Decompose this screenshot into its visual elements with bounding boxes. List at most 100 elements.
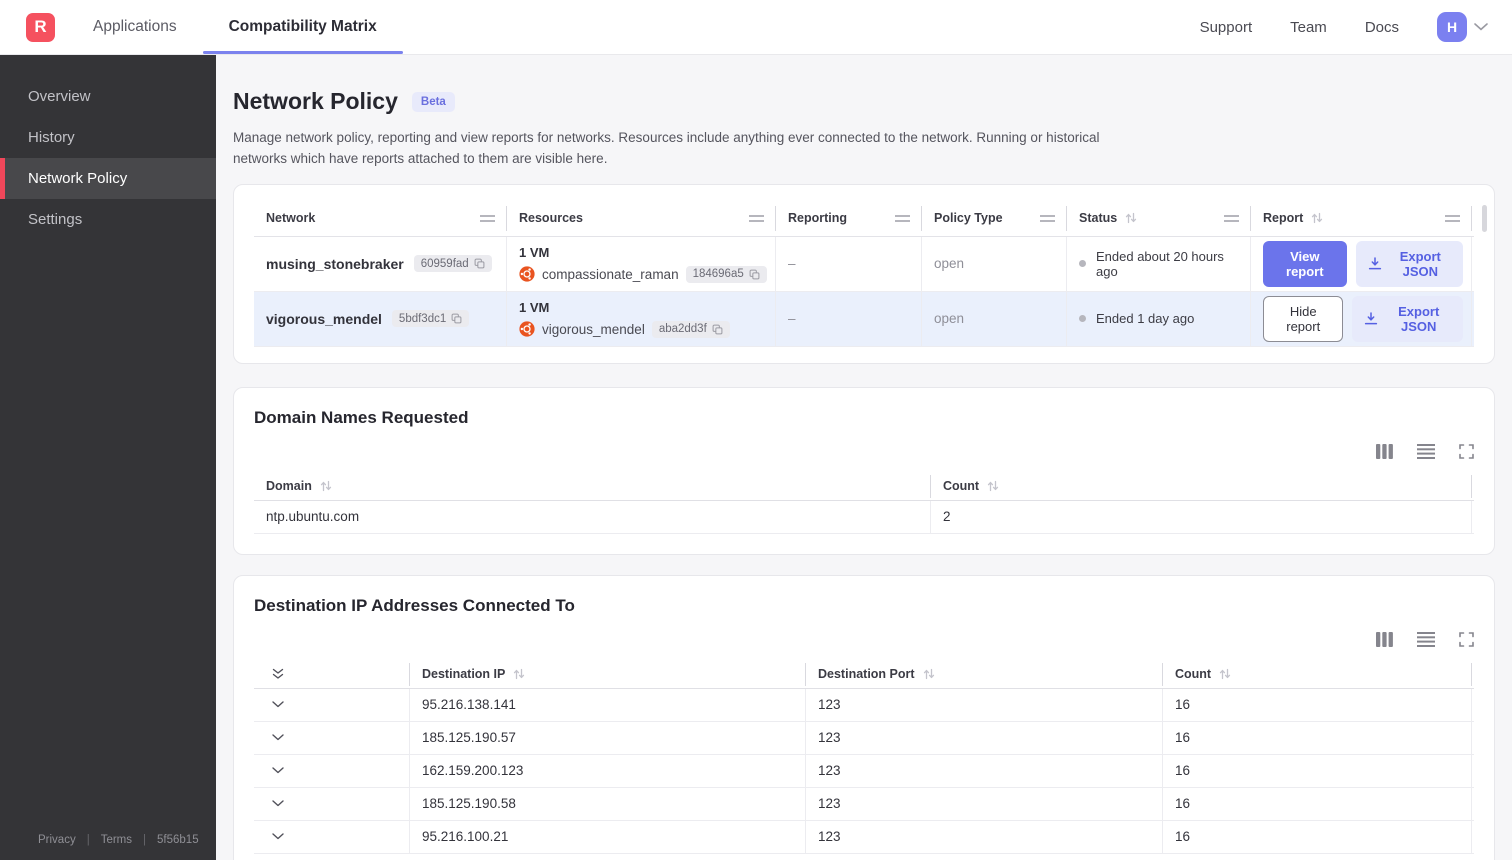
column-header-status[interactable]: Status [1067,201,1251,236]
table-scrollbar[interactable] [1482,204,1487,232]
expand-icon[interactable] [1459,444,1474,459]
column-drag-handle[interactable] [1224,214,1239,222]
status-text: Ended about 20 hours ago [1096,248,1224,279]
download-icon [1364,312,1378,325]
copy-icon[interactable] [749,269,760,280]
page-description: Manage network policy, reporting and vie… [233,130,1100,166]
domains-table-header: Domain Count [254,473,1474,501]
chevron-down-icon[interactable] [1474,23,1488,31]
sidebar-item-network-policy[interactable]: Network Policy [0,158,216,199]
domain-row: ntp.ubuntu.com 2 [254,500,1474,534]
destinations-table-header: Destination IP Destination Port Count [254,661,1474,689]
count-cell: 16 [1163,754,1472,787]
copy-icon[interactable] [712,324,723,335]
column-drag-handle[interactable] [1445,214,1460,222]
column-drag-handle[interactable] [749,214,764,222]
docs-link[interactable]: Docs [1365,19,1399,36]
sort-icon[interactable] [1310,212,1324,224]
vm-os-icon [519,266,535,282]
destinations-card-title: Destination IP Addresses Connected To [254,595,575,615]
column-header-destination-ip[interactable]: Destination IP [410,661,806,688]
list-view-icon[interactable] [1417,443,1435,459]
sort-icon[interactable] [1124,212,1138,224]
sidebar-item-overview[interactable]: Overview [0,76,216,117]
vm-count: 1 VM [519,244,550,260]
column-drag-handle[interactable] [895,214,910,222]
avatar[interactable]: H [1437,12,1467,42]
export-json-button[interactable]: Export JSON [1352,295,1463,342]
view-report-button[interactable]: View report [1263,240,1347,287]
sidebar-item-history[interactable]: History [0,117,216,158]
destination-ip-cell: 95.216.138.141 [410,688,806,721]
column-header-count[interactable]: Count [1163,661,1472,688]
sidebar: Overview History Network Policy Settings… [0,55,216,860]
export-json-button[interactable]: Export JSON [1355,240,1463,287]
column-header-destination-port[interactable]: Destination Port [806,661,1163,688]
sort-icon[interactable] [512,668,526,680]
resources-cell: 1 VM vigorous_mendel aba2dd3f [507,291,776,346]
sort-icon[interactable] [1218,668,1232,680]
page-title: Network Policy [233,88,398,114]
tab-applications[interactable]: Applications [67,0,203,54]
support-link[interactable]: Support [1200,19,1253,36]
policy-type-cell: open [922,236,1067,291]
user-menu[interactable]: H [1437,12,1488,42]
column-header-report[interactable]: Report [1251,201,1472,236]
chevron-down-icon[interactable] [266,833,284,840]
primary-tabs: Applications Compatibility Matrix [67,0,403,54]
destination-row: 95.216.138.141 123 16 [254,688,1474,722]
destination-ip-cell: 95.216.100.21 [410,820,806,853]
count-cell: 16 [1163,688,1472,721]
column-drag-handle[interactable] [1040,214,1055,222]
network-name-cell: vigorous_mendel 5bdf3dc1 [254,291,507,346]
avatar-letter: H [1446,19,1458,35]
sort-icon[interactable] [986,480,1000,492]
app-logo-letter: R [34,17,47,36]
app-logo[interactable]: R [26,12,55,42]
chevron-down-icon[interactable] [266,767,284,774]
destination-port-cell: 123 [806,688,1163,721]
network-name-cell: musing_stonebraker 60959fad [254,236,507,291]
footer-divider: | [86,834,90,846]
terms-link[interactable]: Terms [101,834,132,846]
column-header-count[interactable]: Count [931,473,1472,500]
destination-port-cell: 123 [806,787,1163,820]
vm-name: vigorous_mendel [542,321,645,337]
chevron-down-icon[interactable] [266,800,284,807]
columns-icon[interactable] [1376,443,1393,459]
column-drag-handle[interactable] [480,214,495,222]
column-header-policy-type[interactable]: Policy Type [922,201,1067,236]
column-header-resources[interactable]: Resources [507,201,776,236]
hide-report-button[interactable]: Hide report [1263,295,1344,342]
vm-os-icon [519,321,535,337]
beta-badge: Beta [411,91,455,112]
column-header-network[interactable]: Network [254,201,507,236]
status-cell: Ended 1 day ago [1067,291,1251,346]
sort-icon[interactable] [922,668,936,680]
expand-icon[interactable] [1459,632,1474,647]
network-id-badge: 60959fad [413,255,492,273]
chevron-down-icon[interactable] [266,701,284,708]
main-content: Network Policy Beta Manage network polic… [216,55,1512,860]
copy-icon[interactable] [474,258,485,269]
team-link[interactable]: Team [1290,19,1327,36]
column-header-domain[interactable]: Domain [254,473,931,500]
tab-compatibility-matrix[interactable]: Compatibility Matrix [202,0,403,54]
network-name: musing_stonebraker [266,255,404,272]
count-cell: 16 [1163,721,1472,754]
column-header-reporting[interactable]: Reporting [776,201,922,236]
destination-row: 185.125.190.57 123 16 [254,721,1474,755]
columns-icon[interactable] [1376,631,1393,647]
privacy-link[interactable]: Privacy [38,834,76,846]
list-view-icon[interactable] [1417,631,1435,647]
sidebar-item-settings[interactable]: Settings [0,199,216,240]
report-cell: Hide report Export JSON [1251,291,1472,346]
topbar: R Applications Compatibility Matrix Supp… [0,0,1512,55]
row-expander-cell [254,721,410,754]
domains-card-title: Domain Names Requested [254,407,469,427]
copy-icon[interactable] [451,313,462,324]
chevron-down-icon[interactable] [266,734,284,741]
sort-icon[interactable] [319,480,333,492]
networks-card: Network Resources Reporting Policy Type … [233,183,1495,364]
double-chevron-down-icon[interactable] [266,668,284,680]
